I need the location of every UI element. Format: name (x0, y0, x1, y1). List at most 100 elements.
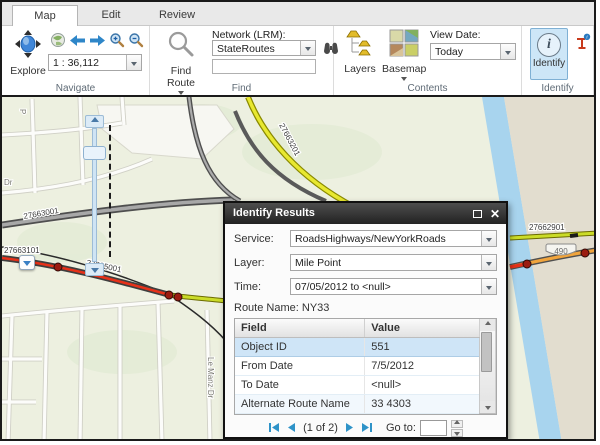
scrollbar-thumb[interactable] (481, 332, 492, 372)
view-date-combo[interactable]: Today (430, 43, 516, 60)
map-zoom-slider[interactable] (82, 115, 108, 277)
cell-field: Alternate Route Name (235, 394, 365, 413)
triangle-down-icon (485, 406, 491, 410)
page-indicator: (1 of 2) (303, 422, 338, 434)
triangle-down-icon (454, 432, 460, 436)
chevron-down-icon (131, 62, 137, 66)
chevron-down-icon (401, 77, 407, 81)
group-label-contents: Contents (334, 83, 521, 94)
goto-label: Go to: (386, 422, 416, 434)
explore-label: Explore (8, 65, 48, 77)
results-pager: (1 of 2) Go to: (234, 415, 497, 441)
cell-value: <null> (365, 375, 480, 394)
group-navigate: Explore (2, 26, 150, 95)
table-row[interactable]: To Date <null> (235, 375, 496, 394)
slider-tick-marks (109, 125, 111, 257)
street-label-p: P (18, 109, 27, 114)
scroll-up-button[interactable] (480, 319, 495, 331)
layer-value: Mile Point (291, 255, 481, 270)
service-dropdown-button[interactable] (481, 231, 496, 246)
scroll-down-button[interactable] (480, 401, 495, 413)
next-page-button[interactable] (345, 422, 354, 433)
view-date-value: Today (431, 44, 500, 59)
route-id-input[interactable] (212, 59, 316, 74)
goto-page-input[interactable] (420, 420, 447, 436)
tab-map[interactable]: Map (12, 5, 78, 26)
chevron-down-icon (486, 262, 492, 266)
last-page-button[interactable] (361, 422, 373, 433)
slider-handle[interactable] (83, 146, 106, 160)
route-label-27662901: 27662901 (529, 223, 565, 232)
slider-zoom-out-button[interactable] (85, 263, 104, 276)
slider-zoom-in-button[interactable] (85, 115, 104, 128)
network-lrm-value: StateRoutes (213, 41, 300, 55)
cell-value: 551 (365, 337, 480, 356)
chevron-down-icon (505, 51, 511, 55)
table-row[interactable]: From Date 7/5/2012 (235, 356, 496, 375)
magnifier-icon (166, 45, 196, 62)
layer-dropdown-button[interactable] (481, 255, 496, 270)
view-date-dropdown-button[interactable] (500, 44, 515, 59)
cell-value: 7/5/2012 (365, 356, 480, 375)
cell-field: Object ID (235, 337, 365, 356)
layers-label: Layers (338, 63, 382, 75)
route-name-label: Route Name: (234, 302, 299, 314)
explore-button[interactable]: Explore (8, 29, 48, 77)
spinner-up-button[interactable] (451, 420, 463, 428)
spinner-down-button[interactable] (451, 429, 463, 437)
view-date-label: View Date: (430, 29, 481, 41)
group-contents: Layers Basemap (334, 26, 522, 95)
table-scrollbar[interactable] (480, 319, 496, 413)
street-label-dr: Dr (4, 178, 13, 187)
goto-spinner[interactable] (451, 419, 463, 437)
table-row[interactable]: Object ID 551 (235, 337, 496, 356)
next-extent-arrow-icon[interactable] (89, 34, 106, 52)
layer-combo[interactable]: Mile Point (290, 254, 497, 271)
chevron-down-icon (486, 238, 492, 242)
maximize-icon[interactable] (473, 210, 482, 218)
table-row[interactable]: Alternate Route Name 33 4303 (235, 394, 496, 413)
header-field: Field (235, 319, 365, 337)
tab-review[interactable]: Review (144, 5, 210, 26)
full-extent-globe-icon[interactable] (50, 32, 66, 53)
map-scale-dropdown-button[interactable] (126, 55, 141, 70)
time-combo[interactable]: 07/05/2012 to <null> (290, 278, 497, 295)
header-value: Value (365, 319, 480, 337)
network-lrm-dropdown-button[interactable] (300, 41, 315, 55)
triangle-up-icon (454, 420, 460, 424)
group-label-find: Find (150, 83, 333, 94)
route-name-line: Route Name: NY33 (234, 302, 497, 314)
dialog-titlebar[interactable]: Identify Results ✕ (225, 203, 506, 224)
app-window: Map Edit Review Explore (0, 0, 596, 441)
time-dropdown-button[interactable] (481, 279, 496, 294)
service-combo[interactable]: RoadsHighways/NewYorkRoads (290, 230, 497, 247)
first-page-button[interactable] (268, 422, 280, 433)
route-callout-marker[interactable] (19, 255, 35, 270)
basemap-button[interactable]: Basemap (382, 29, 426, 81)
map-scale-combo[interactable]: 1 : 36,112 (48, 54, 142, 71)
attributes-table: Field Value Object ID (234, 318, 497, 415)
previous-page-button[interactable] (287, 422, 296, 433)
cell-field: To Date (235, 375, 365, 394)
chevron-down-icon (486, 286, 492, 290)
info-circle-icon: i (537, 33, 561, 57)
map-scale-value: 1 : 36,112 (49, 55, 126, 70)
identify-button[interactable]: i Identify (530, 28, 568, 80)
close-icon[interactable]: ✕ (490, 209, 500, 219)
layers-button[interactable]: Layers (338, 29, 382, 75)
previous-extent-arrow-icon[interactable] (69, 34, 86, 52)
ribbon: Explore (2, 26, 594, 95)
fixed-zoom-out-icon[interactable] (128, 32, 144, 53)
group-identify: i Identify i Identify (522, 26, 594, 95)
network-lrm-combo[interactable]: StateRoutes (212, 40, 316, 56)
identify-button-label: Identify (531, 58, 567, 69)
tab-edit[interactable]: Edit (78, 5, 144, 26)
map-viewport[interactable]: 490 27663001 27663101 27335001 27663201 … (2, 95, 594, 441)
time-value: 07/05/2012 to <null> (291, 279, 481, 294)
layer-label: Layer: (234, 257, 290, 269)
identify-route-location-icon[interactable]: i (574, 33, 591, 55)
group-label-navigate: Navigate (2, 83, 149, 94)
group-label-identify: Identify (522, 83, 593, 94)
triangle-up-icon (485, 321, 491, 325)
fixed-zoom-in-icon[interactable] (109, 32, 125, 53)
